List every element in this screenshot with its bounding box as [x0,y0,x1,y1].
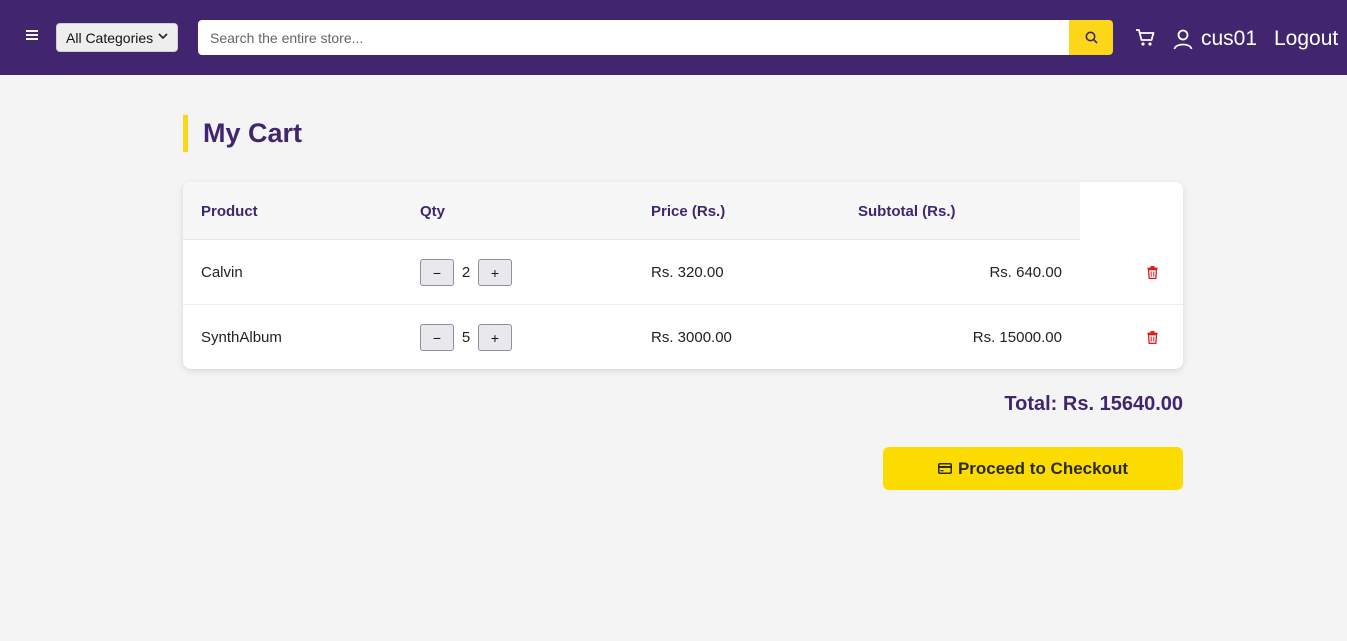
checkout-label: Proceed to Checkout [957,458,1129,478]
chevron-down-icon [158,32,168,43]
category-select-value: All Categories [66,29,154,46]
proceed-to-checkout-button[interactable]: Proceed to Checkout [883,447,1183,490]
qty-decrement-button[interactable]: − [420,259,454,286]
unit-price: Rs. 320.00 [651,264,724,281]
user-account-link[interactable]: cus01 [1172,25,1257,53]
hamburger-icon [26,30,38,32]
trash-icon [1147,265,1157,279]
remove-item-button[interactable] [1145,263,1159,281]
search-bar [198,20,1113,55]
search-icon [1085,31,1098,44]
cart-total: Total: Rs. 15640.00 [1004,393,1183,415]
cart-table-header: Product Qty Price (Rs.) Subtotal (Rs.) [183,182,1080,240]
qty-increment-button[interactable]: + [478,259,512,286]
trash-icon [1147,330,1157,344]
qty-decrement-button[interactable]: − [420,324,454,351]
cart-icon [1136,29,1155,46]
line-subtotal: Rs. 15000.00 [972,329,1062,346]
qty-value: 5 [461,329,471,346]
product-name: SynthAlbum [201,329,282,346]
qty-value: 2 [461,264,471,281]
quantity-stepper: − 5 + [420,305,512,369]
hamburger-menu-button[interactable] [24,28,42,46]
logout-link[interactable]: Logout [1274,25,1338,53]
column-header-subtotal: Subtotal (Rs.) [858,202,956,220]
line-subtotal: Rs. 640.00 [989,264,1062,281]
search-button[interactable] [1069,20,1113,55]
page-title: My Cart [183,115,302,152]
table-row: SynthAlbum − 5 + Rs. 3000.00 Rs. 15000.0… [183,305,1183,369]
table-row: Calvin − 2 + Rs. 320.00 Rs. 640.00 [183,240,1183,305]
top-navbar: All Categories cus01 Logout [0,0,1347,75]
search-input[interactable] [198,20,1069,55]
quantity-stepper: − 2 + [420,240,512,305]
product-name: Calvin [201,264,243,281]
unit-price: Rs. 3000.00 [651,329,732,346]
cart-link[interactable] [1134,26,1156,48]
column-header-price: Price (Rs.) [651,202,726,220]
user-icon [1173,29,1193,50]
category-select[interactable]: All Categories [56,23,178,52]
cart-table: Product Qty Price (Rs.) Subtotal (Rs.) C… [183,182,1183,369]
username-label: cus01 [1201,27,1258,50]
credit-card-icon [937,463,952,474]
qty-increment-button[interactable]: + [478,324,512,351]
column-header-qty: Qty [420,202,446,220]
column-header-product: Product [201,202,258,220]
remove-item-button[interactable] [1145,328,1159,346]
